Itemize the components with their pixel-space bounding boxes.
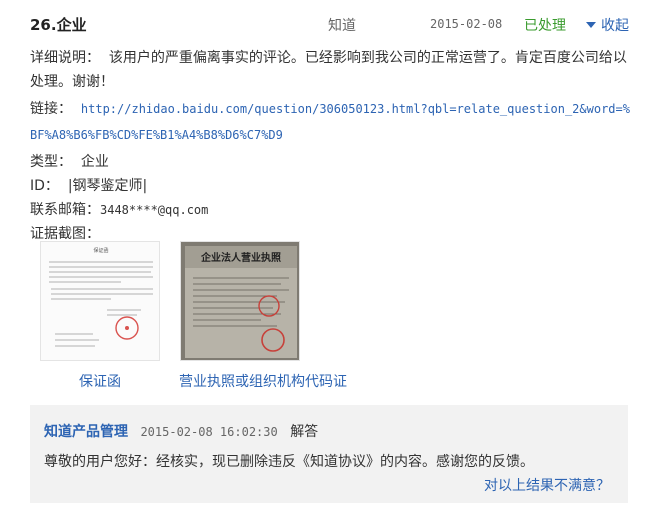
item-source: 知道	[328, 18, 356, 34]
email-value: 3448****@qq.com	[100, 203, 209, 217]
description-row: 详细说明： 该用户的严重偏离事实的评论。已经影响到我公司的正常运营了。肯定百度公…	[30, 46, 634, 94]
link-label: 链接：	[30, 101, 72, 117]
description-text: 该用户的严重偏离事实的评论。已经影响到我公司的正常运营了。肯定百度公司给以处理。…	[30, 50, 627, 90]
description-label: 详细说明：	[30, 50, 100, 66]
type-value: 企业	[80, 154, 109, 170]
question-link[interactable]: http://zhidao.baidu.com/question/3060501…	[30, 102, 630, 142]
id-label: ID：	[30, 178, 59, 194]
business-license-thumbnail[interactable]: 企业法人营业执照	[180, 241, 300, 361]
evidence-label: 证据截图：	[30, 226, 100, 242]
email-label: 联系邮箱：	[30, 202, 100, 218]
reply-header: 知道产品管理 2015-02-08 16:02:30 解答	[44, 421, 318, 441]
business-license-caption[interactable]: 营业执照或组织机构代码证	[179, 371, 347, 391]
dissatisfied-feedback-link[interactable]: 对以上结果不满意？	[484, 475, 610, 495]
reply-author[interactable]: 知道产品管理	[44, 424, 128, 440]
status-badge: 已处理	[524, 18, 566, 34]
document-scan-image: 保证函	[41, 242, 159, 360]
scan-heading: 保证函	[93, 247, 108, 254]
item-title: 26.企业	[30, 16, 87, 34]
reply-box: 知道产品管理 2015-02-08 16:02:30 解答 尊敬的用户您好：经核…	[30, 405, 628, 503]
item-body: 详细说明： 该用户的严重偏离事实的评论。已经影响到我公司的正常运营了。肯定百度公…	[30, 46, 634, 246]
caret-down-icon	[586, 22, 596, 28]
id-row: ID： |钢琴鉴定师|	[30, 174, 634, 198]
collapse-button[interactable]: 收起	[586, 15, 629, 35]
evidence-gallery: 保证函 企业法人营业执照 保证函 营业执照或组织机构代码证	[40, 241, 400, 391]
item-header: 26.企业 知道 2015-02-08 已处理 收起	[30, 12, 629, 36]
link-row: 链接： http://zhidao.baidu.com/question/306…	[30, 96, 634, 148]
id-value: |钢琴鉴定师|	[67, 178, 148, 194]
email-row: 联系邮箱：3448****@qq.com	[30, 198, 634, 222]
reply-time: 2015-02-08 16:02:30	[140, 425, 278, 439]
type-row: 类型： 企业	[30, 150, 634, 174]
guarantee-letter-thumbnail[interactable]: 保证函	[40, 241, 160, 361]
reply-tag: 解答	[290, 424, 319, 440]
license-heading: 企业法人营业执照	[200, 251, 281, 264]
guarantee-letter-caption[interactable]: 保证函	[79, 371, 121, 391]
license-photo-image: 企业法人营业执照	[181, 242, 299, 360]
collapse-label: 收起	[601, 18, 629, 34]
item-date: 2015-02-08	[430, 17, 503, 31]
type-label: 类型：	[30, 154, 72, 170]
reply-text: 尊敬的用户您好：经核实，现已删除违反《知道协议》的内容。感谢您的反馈。	[44, 454, 534, 470]
